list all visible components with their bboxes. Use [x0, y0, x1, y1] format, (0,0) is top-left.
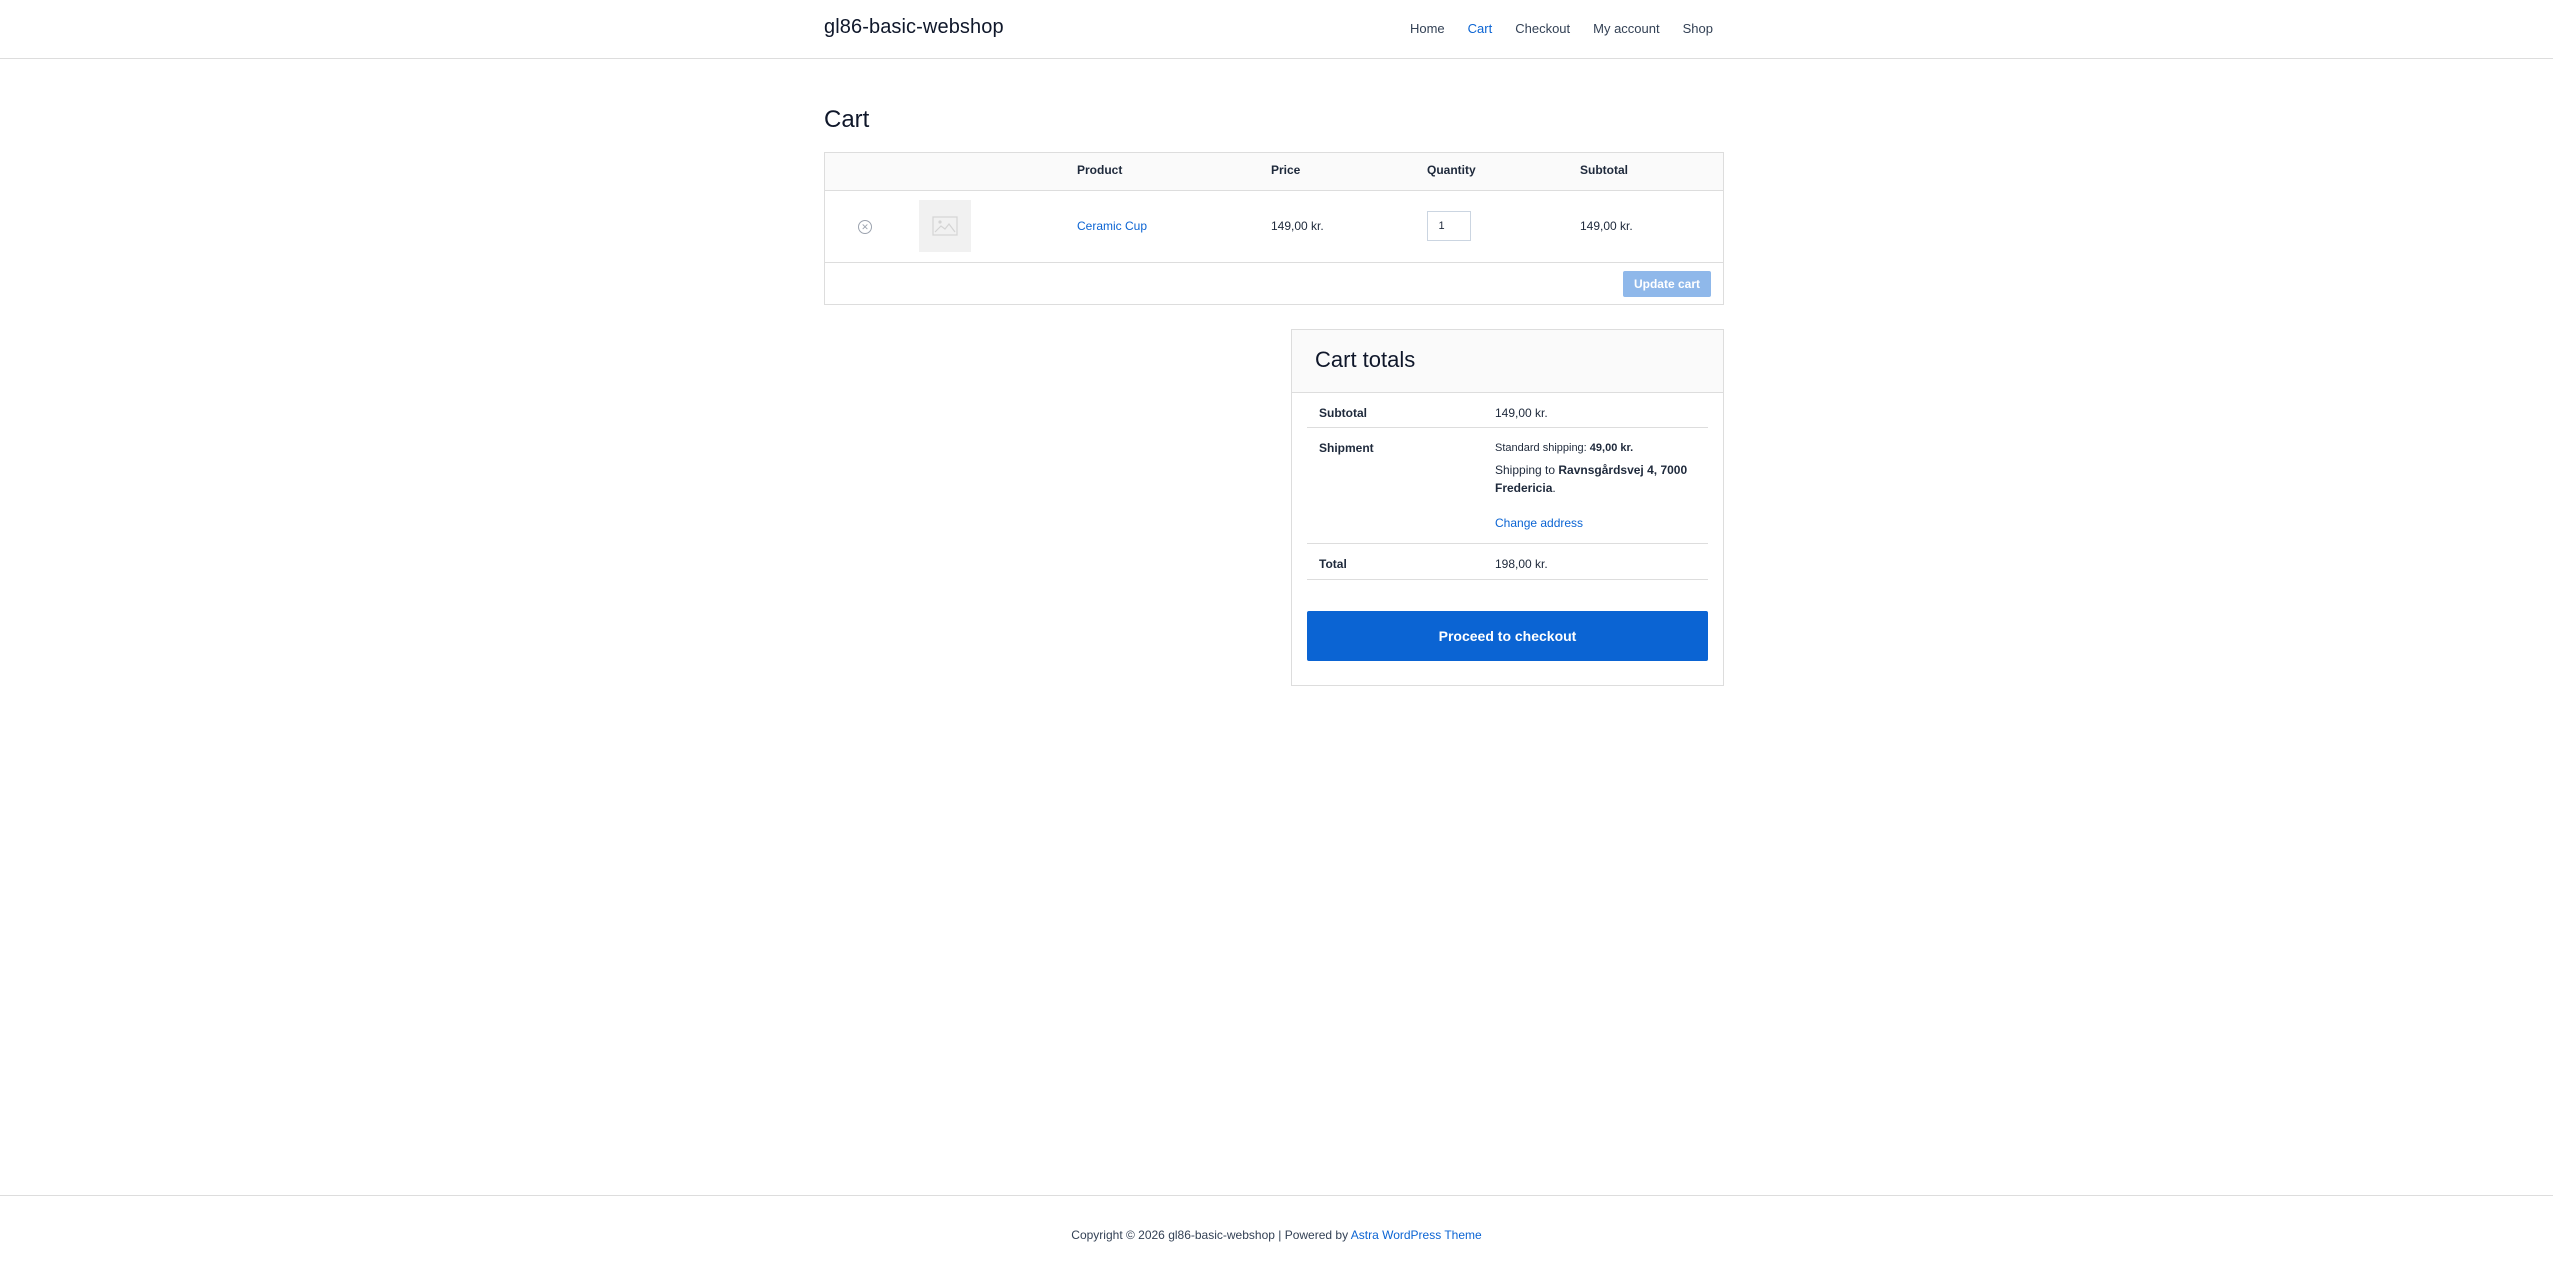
remove-circle-icon[interactable]: ✕: [858, 220, 872, 234]
image-placeholder-icon: [932, 216, 958, 236]
page-title: Cart: [824, 106, 870, 133]
nav-my-account[interactable]: My account: [1593, 21, 1659, 36]
totals-row-shipment: Shipment Standard shipping: 49,00 kr. Sh…: [1307, 428, 1708, 544]
site-title-link[interactable]: gl86-basic-webshop: [824, 16, 1004, 39]
cart-item-row: ✕ Ceramic Cup 149,00 kr. 149,00 kr.: [825, 191, 1723, 263]
total-label: Total: [1319, 557, 1347, 571]
footer-copyright: Copyright © 2026 gl86-basic-webshop | Po…: [0, 1228, 2553, 1242]
cart-totals-header: Cart totals: [1292, 330, 1723, 393]
quantity-input[interactable]: [1427, 211, 1471, 241]
cart-table: Product Price Quantity Subtotal ✕ Cerami…: [824, 152, 1724, 305]
totals-row-subtotal: Subtotal 149,00 kr.: [1307, 392, 1708, 428]
site-footer: Copyright © 2026 gl86-basic-webshop | Po…: [0, 1195, 2553, 1266]
proceed-to-checkout-button[interactable]: Proceed to checkout: [1307, 611, 1708, 661]
shipping-method-price: 49,00 kr.: [1589, 442, 1634, 454]
column-header-subtotal: Subtotal: [1580, 163, 1628, 177]
astra-theme-link[interactable]: Astra WordPress Theme: [1351, 1228, 1482, 1242]
column-header-quantity: Quantity: [1427, 163, 1476, 177]
shipping-method-label: Standard shipping:: [1495, 442, 1587, 454]
copyright-text: Copyright © 2026 gl86-basic-webshop | Po…: [1071, 1228, 1349, 1242]
shipping-destination: Shipping to Ravnsgårdsvej 4, 7000 Freder…: [1495, 461, 1700, 497]
product-name-link[interactable]: Ceramic Cup: [1077, 219, 1147, 233]
update-cart-button[interactable]: Update cart: [1623, 271, 1711, 297]
nav-cart[interactable]: Cart: [1468, 21, 1493, 36]
totals-row-total: Total 198,00 kr.: [1307, 544, 1708, 580]
product-subtotal: 149,00 kr.: [1580, 219, 1633, 233]
shipment-label: Shipment: [1319, 441, 1374, 455]
product-thumbnail[interactable]: [919, 200, 971, 252]
cart-table-header: Product Price Quantity Subtotal: [825, 153, 1723, 191]
product-price: 149,00 kr.: [1271, 219, 1324, 233]
nav-home[interactable]: Home: [1410, 21, 1445, 36]
cart-totals-title: Cart totals: [1315, 347, 1416, 372]
shipping-to-label: Shipping to: [1495, 463, 1556, 477]
subtotal-value: 149,00 kr.: [1495, 406, 1548, 420]
nav-checkout[interactable]: Checkout: [1515, 21, 1570, 36]
site-header: gl86-basic-webshop Home Cart Checkout My…: [0, 0, 2553, 59]
shipping-address-suffix: .: [1552, 481, 1556, 495]
cart-actions-row: Update cart: [825, 263, 1723, 306]
column-header-price: Price: [1271, 163, 1301, 177]
cart-totals: Cart totals Subtotal 149,00 kr. Shipment…: [1291, 329, 1724, 686]
change-address-link[interactable]: Change address: [1495, 516, 1583, 530]
nav-shop[interactable]: Shop: [1683, 21, 1713, 36]
total-value: 198,00 kr.: [1495, 557, 1548, 571]
column-header-product: Product: [1077, 163, 1123, 177]
subtotal-label: Subtotal: [1319, 406, 1367, 420]
shipping-method: Standard shipping: 49,00 kr.: [1495, 442, 1633, 454]
main-nav: Home Cart Checkout My account Shop: [1387, 21, 1713, 36]
